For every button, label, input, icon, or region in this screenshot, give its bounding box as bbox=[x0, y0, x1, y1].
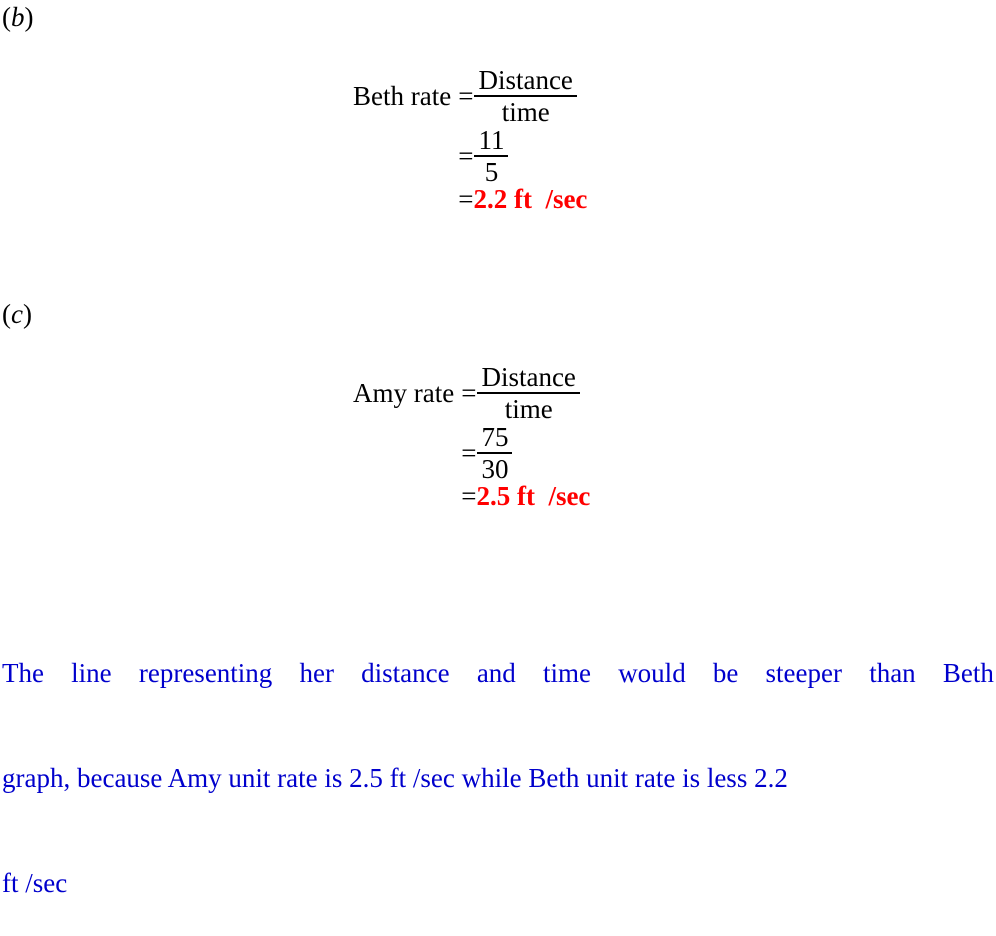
beth-rate-answer-per-unit: /sec bbox=[545, 184, 588, 215]
beth-rate-equals-3: = bbox=[458, 184, 474, 215]
beth-rate-answer-unit: ft bbox=[513, 184, 532, 215]
beth-rate-equals-1: = bbox=[458, 80, 474, 111]
explanation-word: Beth bbox=[942, 658, 994, 688]
amy-rate-answer-value: 2.5 bbox=[476, 481, 511, 512]
part-label-b: (b) bbox=[2, 4, 34, 31]
explanation-word: time bbox=[543, 658, 591, 688]
part-label-c-open-paren: ( bbox=[2, 299, 11, 329]
explanation-word: The bbox=[2, 658, 44, 688]
part-label-b-letter: b bbox=[11, 2, 25, 32]
amy-rate-equals-2: = bbox=[461, 437, 477, 468]
amy-rate-equals-3: = bbox=[461, 481, 477, 512]
fraction-numerator: Distance bbox=[478, 65, 573, 95]
equation-block-amy-rate: Amy rate = Distance time = 75 30 = 2.5 f… bbox=[353, 363, 590, 510]
explanation-paragraph: The line representing her distance and time wou… bbox=[2, 586, 994, 936]
beth-rate-subject: Beth rate bbox=[353, 80, 452, 111]
amy-rate-equals-1: = bbox=[461, 377, 477, 408]
explanation-word: would bbox=[618, 658, 686, 688]
beth-rate-substitution-fraction: 11 5 bbox=[473, 126, 587, 186]
fraction-denominator: time bbox=[504, 394, 553, 425]
beth-rate-answer: 2.2 ft /sec bbox=[473, 186, 587, 213]
beth-rate-definition-fraction: Distance time bbox=[473, 66, 587, 126]
part-label-b-open-paren: ( bbox=[2, 2, 11, 32]
explanation-word: be bbox=[712, 658, 739, 688]
explanation-line-2: graph, because Amy unit rate is 2.5 ft /… bbox=[2, 763, 788, 793]
explanation-word: line bbox=[71, 658, 112, 688]
explanation-word: and bbox=[476, 658, 516, 688]
amy-rate-answer-unit: ft bbox=[516, 481, 535, 512]
explanation-word: steeper bbox=[765, 658, 842, 688]
equation-block-beth-rate: Beth rate = Distance time = 11 5 = 2.2 f… bbox=[353, 66, 587, 213]
fraction-numerator: 11 bbox=[478, 125, 505, 156]
fraction-11-over-5: 11 5 bbox=[474, 125, 509, 188]
fraction-denominator: 5 bbox=[484, 157, 499, 188]
explanation-line-3: ft /sec bbox=[2, 868, 68, 898]
beth-rate-answer-value: 2.2 bbox=[473, 184, 508, 215]
fraction-denominator: 30 bbox=[481, 454, 509, 485]
amy-rate-answer: 2.5 ft /sec bbox=[476, 483, 590, 510]
fraction-distance-over-time: Distance time bbox=[477, 362, 580, 425]
fraction-numerator: 75 bbox=[481, 422, 509, 453]
fraction-75-over-30: 75 30 bbox=[477, 422, 513, 485]
explanation-word: her bbox=[299, 658, 334, 688]
explanation-word: representing bbox=[138, 658, 273, 688]
amy-rate-substitution-fraction: 75 30 bbox=[476, 423, 590, 483]
fraction-distance-over-time: Distance time bbox=[474, 65, 577, 128]
fraction-numerator: Distance bbox=[481, 362, 576, 392]
part-label-c-letter: c bbox=[11, 299, 23, 329]
part-label-b-close-paren: ) bbox=[24, 2, 34, 32]
part-label-c-close-paren: ) bbox=[22, 299, 32, 329]
explanation-word: distance bbox=[361, 658, 450, 688]
explanation-line-1: The line representing her distance and time wou… bbox=[2, 656, 994, 691]
beth-rate-equals-2: = bbox=[458, 140, 474, 171]
amy-rate-definition-fraction: Distance time bbox=[476, 363, 590, 423]
explanation-word: than bbox=[869, 658, 916, 688]
amy-rate-subject: Amy rate bbox=[353, 377, 455, 408]
fraction-denominator: time bbox=[501, 97, 550, 128]
part-label-c: (c) bbox=[2, 301, 32, 328]
amy-rate-answer-per-unit: /sec bbox=[548, 481, 591, 512]
